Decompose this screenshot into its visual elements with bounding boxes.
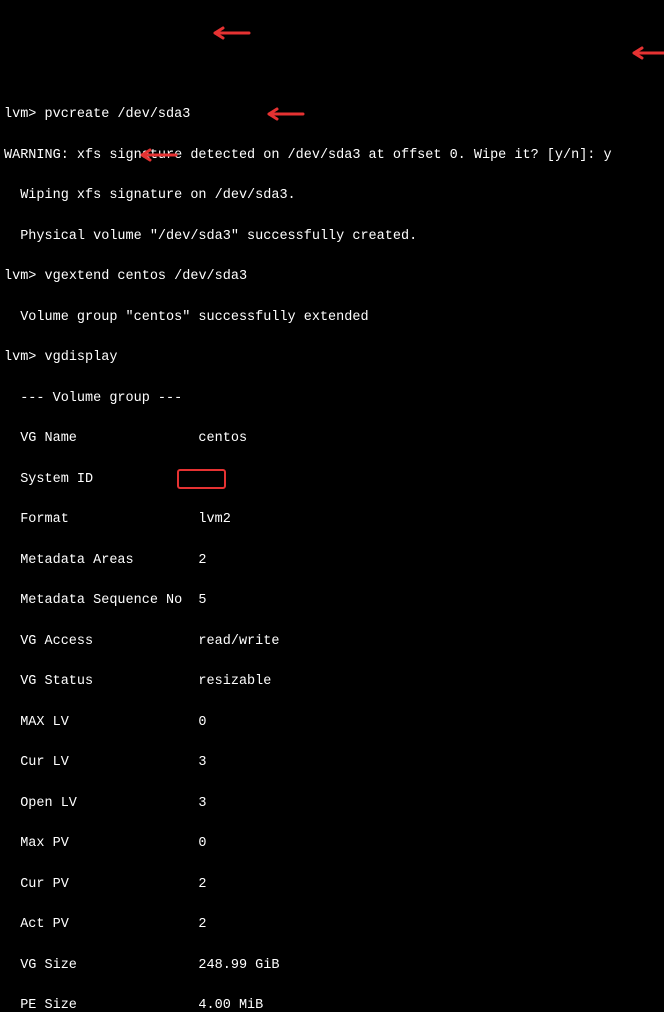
input-yn[interactable]: y xyxy=(604,148,612,163)
line-cur-lv: Cur LV 3 xyxy=(4,753,660,773)
line-vgdisplay: lvm> vgdisplay xyxy=(4,348,660,368)
line-vg-access: VG Access read/write xyxy=(4,632,660,652)
line-cur-pv: Cur PV 2 xyxy=(4,875,660,895)
line-meta-areas: Metadata Areas 2 xyxy=(4,551,660,571)
arrow-annotation-icon xyxy=(612,25,664,70)
cmd-pvcreate[interactable]: pvcreate /dev/sda3 xyxy=(45,107,191,122)
line-pv-created: Physical volume "/dev/sda3" successfully… xyxy=(4,227,660,247)
line-wipe: Wiping xfs signature on /dev/sda3. xyxy=(4,186,660,206)
line-pe-size: PE Size 4.00 MiB xyxy=(4,996,660,1012)
line-vg-name: VG Name centos xyxy=(4,429,660,449)
line-meta-seq: Metadata Sequence No 5 xyxy=(4,591,660,611)
arrow-annotation-icon xyxy=(193,5,249,50)
line-open-lv: Open LV 3 xyxy=(4,794,660,814)
cmd-vgextend[interactable]: vgextend centos /dev/sda3 xyxy=(45,269,248,284)
line-vg-status: VG Status resizable xyxy=(4,672,660,692)
line-max-pv: Max PV 0 xyxy=(4,834,660,854)
line-vg-extended: Volume group "centos" successfully exten… xyxy=(4,308,660,328)
line-vg-size: VG Size 248.99 GiB xyxy=(4,956,660,976)
line-act-pv: Act PV 2 xyxy=(4,915,660,935)
line-vgextend: lvm> vgextend centos /dev/sda3 xyxy=(4,267,660,287)
prompt: lvm> xyxy=(4,350,45,365)
line-warning: WARNING: xfs signature detected on /dev/… xyxy=(4,146,660,166)
cmd-vgdisplay[interactable]: vgdisplay xyxy=(45,350,118,365)
line-max-lv: MAX LV 0 xyxy=(4,713,660,733)
line-vg-header: --- Volume group --- xyxy=(4,389,660,409)
line-pvcreate: lvm> pvcreate /dev/sda3 xyxy=(4,105,660,125)
line-system-id: System ID xyxy=(4,470,660,490)
prompt: lvm> xyxy=(4,107,45,122)
prompt: lvm> xyxy=(4,269,45,284)
terminal-output: lvm> pvcreate /dev/sda3 WARNING: xfs sig… xyxy=(4,85,660,1012)
line-format: Format lvm2 xyxy=(4,510,660,530)
